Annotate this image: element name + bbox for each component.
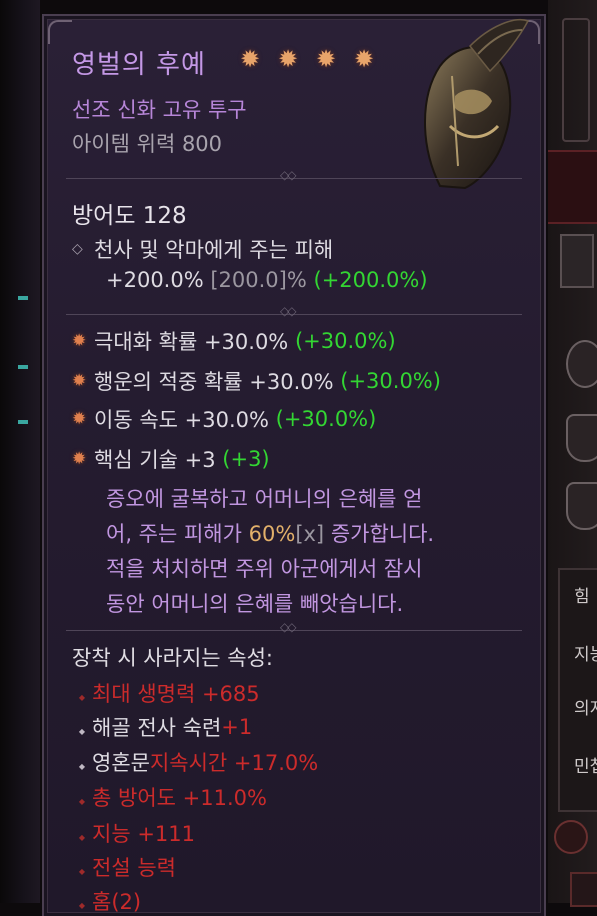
unique-line: 증오에 굴복하고 어머니의 은혜를 얻 (106, 487, 423, 511)
affix-line: 핵심 기술 +3 (+3) (72, 444, 270, 474)
item-slot[interactable] (570, 872, 597, 907)
affix-label: 극대화 확률 +30.0% (94, 330, 289, 354)
tooltip-header: 영벌의 후예 선조 신화 고유 투구 아이템 위력 800 (44, 16, 544, 190)
divider (66, 304, 522, 320)
divider (66, 620, 522, 636)
star-icon (354, 45, 376, 73)
red-diamond-icon (72, 855, 92, 879)
affix-label: 이동 속도 +30.0% (94, 408, 269, 432)
unique-range: [x] (295, 522, 325, 546)
unique-line: 동안 어머니의 은혜를 빼앗습니다. (106, 592, 404, 616)
lost-property-text: 전설 능력 (92, 856, 176, 880)
left-background (0, 0, 40, 903)
affix-line: 극대화 확률 +30.0% (+30.0%) (72, 326, 396, 356)
affix-bonus: (+30.0%) (275, 407, 377, 431)
unique-text-part: 증가합니다. (324, 522, 435, 546)
affix-bonus: (+30.0%) (340, 369, 441, 393)
stat-label-will: 의지 (574, 699, 597, 719)
item-type: 선조 신화 고유 투구 (72, 98, 247, 122)
crossed-swords-icon[interactable] (566, 340, 597, 388)
stat-label-dex: 민첩 (574, 757, 597, 777)
implicit-range: [200.0]% (210, 268, 307, 292)
lost-property: 지능 +111 (72, 818, 195, 848)
affix-line: 이동 속도 +30.0% (+30.0%) (72, 404, 376, 434)
white-diamond-icon (72, 715, 92, 739)
implicit-values: +200.0% [200.0]% (+200.0%) (106, 268, 428, 292)
lost-property-text: 해골 전사 숙련 (92, 716, 222, 740)
armor-value: 방어도 128 (72, 203, 187, 229)
affix-star-icon (72, 371, 94, 391)
implicit-bonus: (+200.0%) (313, 268, 428, 292)
round-button-icon[interactable] (554, 820, 588, 854)
unique-text-part: 어, 주는 피해가 (106, 522, 249, 546)
affix-star-icon (72, 331, 94, 351)
lost-property-text: 홈(2) (92, 890, 142, 914)
stat-label-str: 힘 (574, 587, 590, 607)
red-diamond-icon (72, 681, 92, 705)
affix-star-icon (72, 449, 94, 469)
teal-marker (18, 420, 28, 424)
red-diamond-icon (72, 785, 92, 809)
lost-property: 해골 전사 숙련 +1 (72, 712, 252, 742)
red-diamond-icon (72, 889, 92, 913)
heart-shield-icon[interactable] (566, 482, 597, 530)
affix-star-icon (72, 409, 94, 429)
affix-bonus: (+3) (222, 447, 270, 471)
lost-property: 영혼문 지속시간 +17.0% (72, 747, 318, 777)
unique-power-text: 증오에 굴복하고 어머니의 은혜를 얻 어, 주는 피해가 60%[x] 증가합… (106, 482, 536, 622)
lost-property-text: 총 방어도 +11.0% (92, 786, 267, 810)
item-name: 영벌의 후예 (72, 50, 206, 80)
lost-property-text: 영혼문 (92, 751, 150, 775)
lost-properties-title: 장착 시 사라지는 속성: (72, 646, 273, 670)
lost-property-text: 지능 +111 (92, 822, 195, 846)
implicit-bonus-wrap: (+200.0%) (314, 268, 428, 292)
lost-property: 전설 능력 (72, 852, 176, 882)
shield-icon[interactable] (566, 414, 597, 462)
lost-property: 총 방어도 +11.0% (72, 782, 267, 812)
teal-marker (18, 365, 28, 369)
divider (66, 168, 522, 184)
implicit-text: 천사 및 악마에게 주는 피해 (94, 238, 334, 262)
unique-line: 어, 주는 피해가 60%[x] 증가합니다. (106, 517, 536, 552)
unique-line: 적을 처치하면 주위 아군에게서 잠시 (106, 557, 423, 581)
implicit-value: +200.0% (106, 268, 204, 292)
star-rating (240, 45, 376, 73)
item-tooltip: 영벌의 후예 선조 신화 고유 투구 아이템 위력 800 (42, 14, 546, 916)
lost-property: 홈(2) (72, 886, 141, 916)
star-icon (278, 45, 300, 73)
affix-bonus: (+30.0%) (294, 329, 396, 353)
lost-property-value: +1 (221, 715, 253, 739)
lost-property: 최대 생명력 +685 (72, 678, 260, 708)
diamond-bullet-icon: ◇ (72, 241, 83, 257)
star-icon (316, 45, 338, 73)
item-power: 아이템 위력 800 (72, 132, 223, 156)
star-icon (240, 45, 262, 73)
affix-line: 행운의 적중 확률 +30.0% (+30.0%) (72, 366, 441, 396)
unique-value: 60% (248, 522, 296, 546)
equip-slot[interactable] (560, 234, 594, 288)
red-banner (548, 150, 597, 224)
lost-property-text: 최대 생명력 +685 (92, 682, 260, 706)
affix-label: 행운의 적중 확률 +30.0% (94, 370, 334, 394)
lost-property-value: 지속시간 +17.0% (149, 751, 319, 775)
teal-marker (18, 296, 28, 300)
stat-label-int: 지능 (574, 645, 597, 665)
panel-frame (562, 18, 590, 142)
helmet-icon (424, 19, 530, 190)
implicit-line: ◇ 천사 및 악마에게 주는 피해 (72, 234, 333, 264)
white-diamond-icon (72, 750, 92, 774)
red-diamond-icon (72, 821, 92, 845)
affix-label: 핵심 기술 +3 (94, 448, 216, 472)
